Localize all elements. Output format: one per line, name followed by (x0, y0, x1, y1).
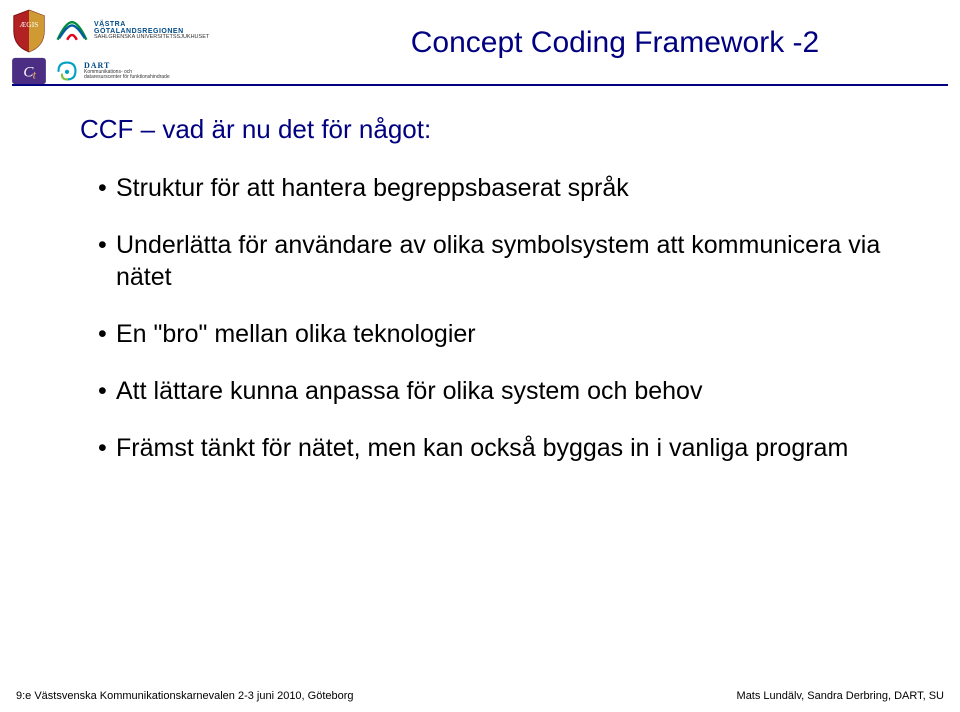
subtitle: CCF – vad är nu det för något: (80, 114, 890, 145)
dart-logo: DART Kommunikations- och dataresurscente… (54, 60, 170, 82)
bullet-item: Struktur för att hantera begreppsbaserat… (98, 173, 890, 204)
logo-row-1: ÆGIS VÄSTRA GÖTALANDSREGIONEN SAHLGRENSK… (10, 8, 240, 54)
footer-left: 9:e Västsvenska Kommunikationskarnevalen… (16, 690, 354, 702)
content: CCF – vad är nu det för något: Struktur … (0, 86, 960, 465)
page-title: Concept Coding Framework -2 (280, 26, 950, 60)
svg-text:ÆGIS: ÆGIS (20, 20, 39, 29)
bullet-item: Att lättare kunna anpassa för olika syst… (98, 376, 890, 407)
vastra-text: VÄSTRA GÖTALANDSREGIONEN SAHLGRENSKA UNI… (94, 21, 209, 41)
footer-right: Mats Lundälv, Sandra Derbring, DART, SU (737, 690, 944, 702)
aegis-shield-icon: ÆGIS (10, 8, 48, 54)
bullet-item: Främst tänkt för nätet, men kan också by… (98, 433, 890, 464)
logo-row-2: C t DART Kommunikations- och dataresursc… (10, 56, 240, 86)
ct-square-icon: C t (10, 56, 48, 86)
vastra-gotaland-logo: VÄSTRA GÖTALANDSREGIONEN SAHLGRENSKA UNI… (54, 19, 209, 43)
dart-text: DART Kommunikations- och dataresurscente… (84, 62, 170, 81)
header: ÆGIS VÄSTRA GÖTALANDSREGIONEN SAHLGRENSK… (0, 0, 960, 82)
title-area: Concept Coding Framework -2 (240, 8, 950, 60)
bullet-item: En "bro" mellan olika teknologier (98, 319, 890, 350)
footer: 9:e Västsvenska Kommunikationskarnevalen… (0, 690, 960, 702)
dart-swirl-icon (54, 60, 80, 82)
logo-block: ÆGIS VÄSTRA GÖTALANDSREGIONEN SAHLGRENSK… (10, 8, 240, 86)
vastra-mark-icon (54, 19, 90, 43)
dart-sub2: dataresurscenter för funktionshindrade (84, 74, 170, 80)
vastra-line1: VÄSTRA (94, 21, 126, 28)
vastra-sub: SAHLGRENSKA UNIVERSITETSSJUKHUSET (94, 34, 209, 40)
bullet-item: Underlätta för användare av olika symbol… (98, 230, 890, 293)
bullet-list: Struktur för att hantera begreppsbaserat… (80, 173, 890, 465)
